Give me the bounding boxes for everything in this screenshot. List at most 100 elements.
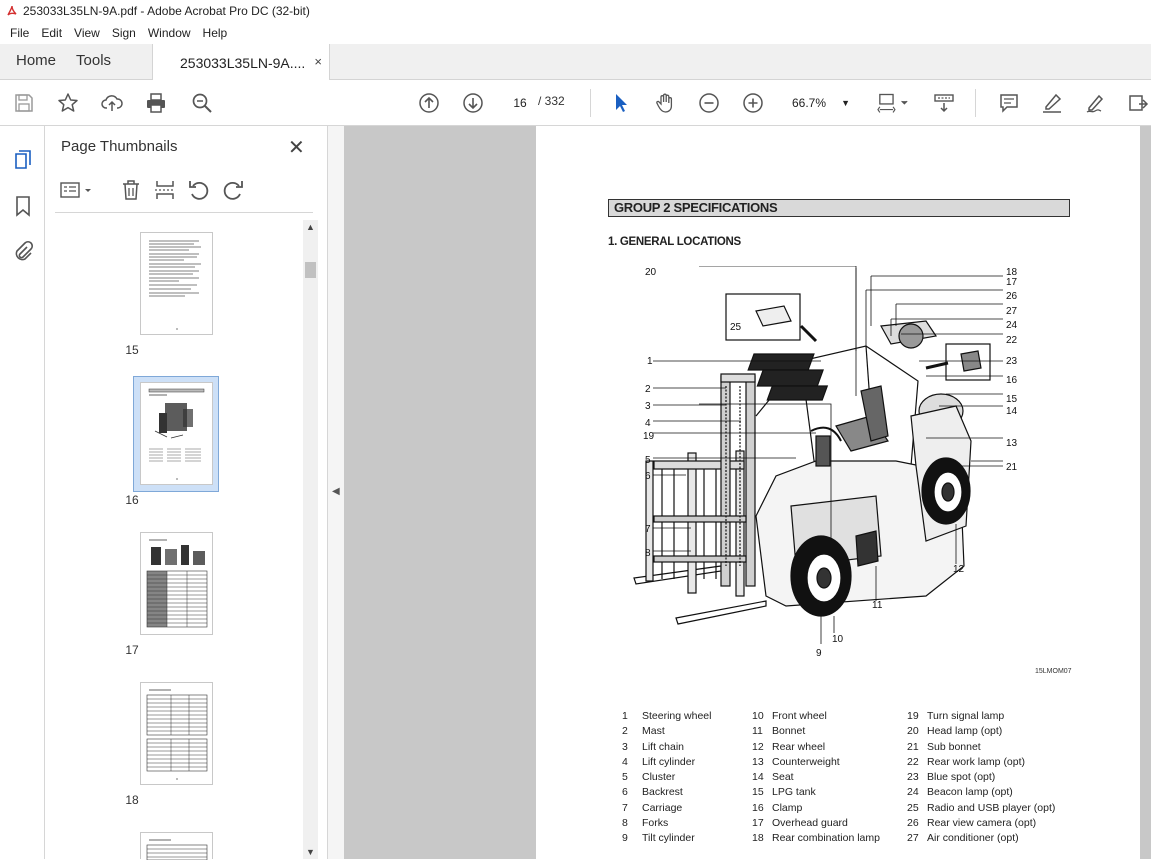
- delete-page-icon[interactable]: [119, 178, 143, 202]
- window-title: 253033L35LN-9A.pdf - Adobe Acrobat Pro D…: [23, 4, 310, 18]
- callout-21: 21: [1006, 462, 1018, 473]
- thumbnail-page-17[interactable]: [140, 532, 213, 635]
- thumbnail-page-19[interactable]: [140, 832, 213, 861]
- callout-10: 10: [832, 634, 844, 645]
- panel-divider: [55, 212, 313, 213]
- insert-page-icon[interactable]: [153, 178, 177, 202]
- legend-item: 20 Head lamp (opt): [907, 725, 1003, 738]
- tab-home[interactable]: Home: [0, 43, 72, 79]
- acrobat-icon: [7, 5, 17, 16]
- thumbnail-label: 18: [125, 793, 139, 807]
- thumbnail-preview: [149, 240, 201, 330]
- menu-bar: File Edit View Sign Window Help: [0, 22, 1151, 44]
- page-number-input[interactable]: 16: [505, 91, 535, 113]
- zoom-out-icon[interactable]: [697, 91, 721, 115]
- callout-27: 27: [1006, 306, 1018, 317]
- panel-title: Page Thumbnails: [61, 138, 178, 155]
- page-thumbnails-icon[interactable]: [11, 148, 35, 172]
- thumbnail-label: 17: [125, 643, 139, 657]
- callout-4: 4: [645, 418, 651, 429]
- document-tab-label: 253033L35LN-9A....: [180, 54, 306, 71]
- menu-sign[interactable]: Sign: [106, 26, 142, 40]
- zoom-search-icon[interactable]: [190, 91, 214, 115]
- menu-window[interactable]: Window: [142, 26, 197, 40]
- menu-help[interactable]: Help: [197, 26, 234, 40]
- rotate-right-icon[interactable]: [221, 178, 245, 202]
- callout-12: 12: [953, 564, 965, 575]
- save-icon[interactable]: [12, 91, 36, 115]
- tab-document[interactable]: 253033L35LN-9A.... ×: [152, 44, 330, 81]
- hand-tool-icon[interactable]: [653, 91, 677, 115]
- page-total-label: / 332: [538, 94, 565, 108]
- more-tools-icon[interactable]: [1126, 91, 1150, 115]
- callout-25: 25: [730, 322, 742, 333]
- collapse-panel-icon[interactable]: ◀: [332, 486, 340, 497]
- forklift-diagram: 1 2 3 4 5 6 7 8 9 10 11 12 13 14 15 16 1…: [633, 266, 1018, 659]
- options-menu-icon[interactable]: [59, 178, 95, 202]
- figure-code: 15LMOM07: [1035, 668, 1072, 675]
- thumbnail-preview: [146, 539, 208, 628]
- close-tab-icon[interactable]: ×: [314, 54, 322, 69]
- thumbnails-scrollbar[interactable]: ▲ ▼: [303, 220, 318, 859]
- thumbnail-page-15[interactable]: [140, 232, 213, 335]
- callout-24: 24: [1006, 320, 1018, 331]
- legend-item: 21 Sub bonnet: [907, 740, 981, 753]
- callout-19: 19: [643, 431, 655, 442]
- thumbnail-preview: [148, 388, 205, 480]
- attachments-icon[interactable]: [11, 240, 35, 264]
- thumbnail-preview: [146, 839, 208, 861]
- fill-sign-icon[interactable]: [1084, 91, 1108, 115]
- callout-16: 16: [1006, 375, 1018, 386]
- legend-item: 27 Air conditioner (opt): [907, 832, 1019, 845]
- legend-item: 24 Beacon lamp (opt): [907, 786, 1013, 799]
- previous-page-icon[interactable]: [417, 91, 441, 115]
- select-cursor-icon[interactable]: [609, 91, 633, 115]
- section-heading: 1. GENERAL LOCATIONS: [608, 236, 741, 248]
- scroll-down-icon[interactable]: ▼: [306, 847, 315, 857]
- title-bar: 253033L35LN-9A.pdf - Adobe Acrobat Pro D…: [0, 0, 1151, 22]
- legend-item: 22 Rear work lamp (opt): [907, 755, 1026, 768]
- callout-22: 22: [1006, 335, 1018, 346]
- zoom-in-icon[interactable]: [741, 91, 765, 115]
- scroll-mode-icon[interactable]: [932, 91, 956, 115]
- next-page-icon[interactable]: [461, 91, 485, 115]
- thumbnail-toolbar: [59, 178, 319, 204]
- print-icon[interactable]: [144, 91, 168, 115]
- callout-13: 13: [1006, 438, 1018, 449]
- group-heading: GROUP 2 SPECIFICATIONS: [608, 199, 1070, 217]
- upload-cloud-icon[interactable]: [100, 91, 124, 115]
- callout-11: 11: [872, 600, 883, 611]
- document-viewer[interactable]: GROUP 2 SPECIFICATIONS 1. GENERAL LOCATI…: [344, 126, 1151, 859]
- callout-7: 7: [645, 524, 651, 535]
- tab-tools[interactable]: Tools: [72, 43, 127, 79]
- panel-splitter[interactable]: ◀: [327, 126, 344, 859]
- zoom-level-dropdown[interactable]: 66.7% ▼: [786, 92, 856, 114]
- menu-view[interactable]: View: [68, 26, 106, 40]
- scrollbar-thumb[interactable]: [305, 262, 316, 278]
- pdf-page: GROUP 2 SPECIFICATIONS 1. GENERAL LOCATI…: [536, 126, 1140, 859]
- thumbnail-page-18[interactable]: [140, 682, 213, 785]
- tab-bar: Home Tools 253033L35LN-9A.... ×: [0, 43, 1151, 81]
- thumbnail-label: 16: [125, 493, 139, 507]
- callout-6: 6: [645, 471, 651, 482]
- callout-15: 15: [1006, 394, 1018, 405]
- menu-file[interactable]: File: [4, 26, 35, 40]
- rotate-left-icon[interactable]: [187, 178, 211, 202]
- toolbar: 16 / 332 66.7% ▼: [0, 80, 1151, 126]
- callout-3: 3: [645, 401, 651, 412]
- callout-26: 26: [1006, 291, 1018, 302]
- legend-column-3: 19 Turn signal lamp 20 Head lamp (opt) 21 S…: [907, 709, 1107, 847]
- toolbar-divider: [590, 89, 591, 117]
- close-panel-icon[interactable]: ✕: [288, 135, 305, 160]
- menu-edit[interactable]: Edit: [35, 26, 68, 40]
- toolbar-divider: [975, 89, 976, 117]
- thumbnail-page-16[interactable]: [140, 382, 213, 485]
- highlight-pen-icon[interactable]: [1040, 91, 1064, 115]
- callout-8: 8: [645, 548, 651, 559]
- bookmarks-icon[interactable]: [11, 194, 35, 218]
- comment-icon[interactable]: [997, 91, 1021, 115]
- page-fit-icon[interactable]: [876, 91, 912, 115]
- scroll-up-icon[interactable]: ▲: [306, 222, 315, 232]
- callout-2: 2: [645, 384, 651, 395]
- bookmark-star-icon[interactable]: [56, 91, 80, 115]
